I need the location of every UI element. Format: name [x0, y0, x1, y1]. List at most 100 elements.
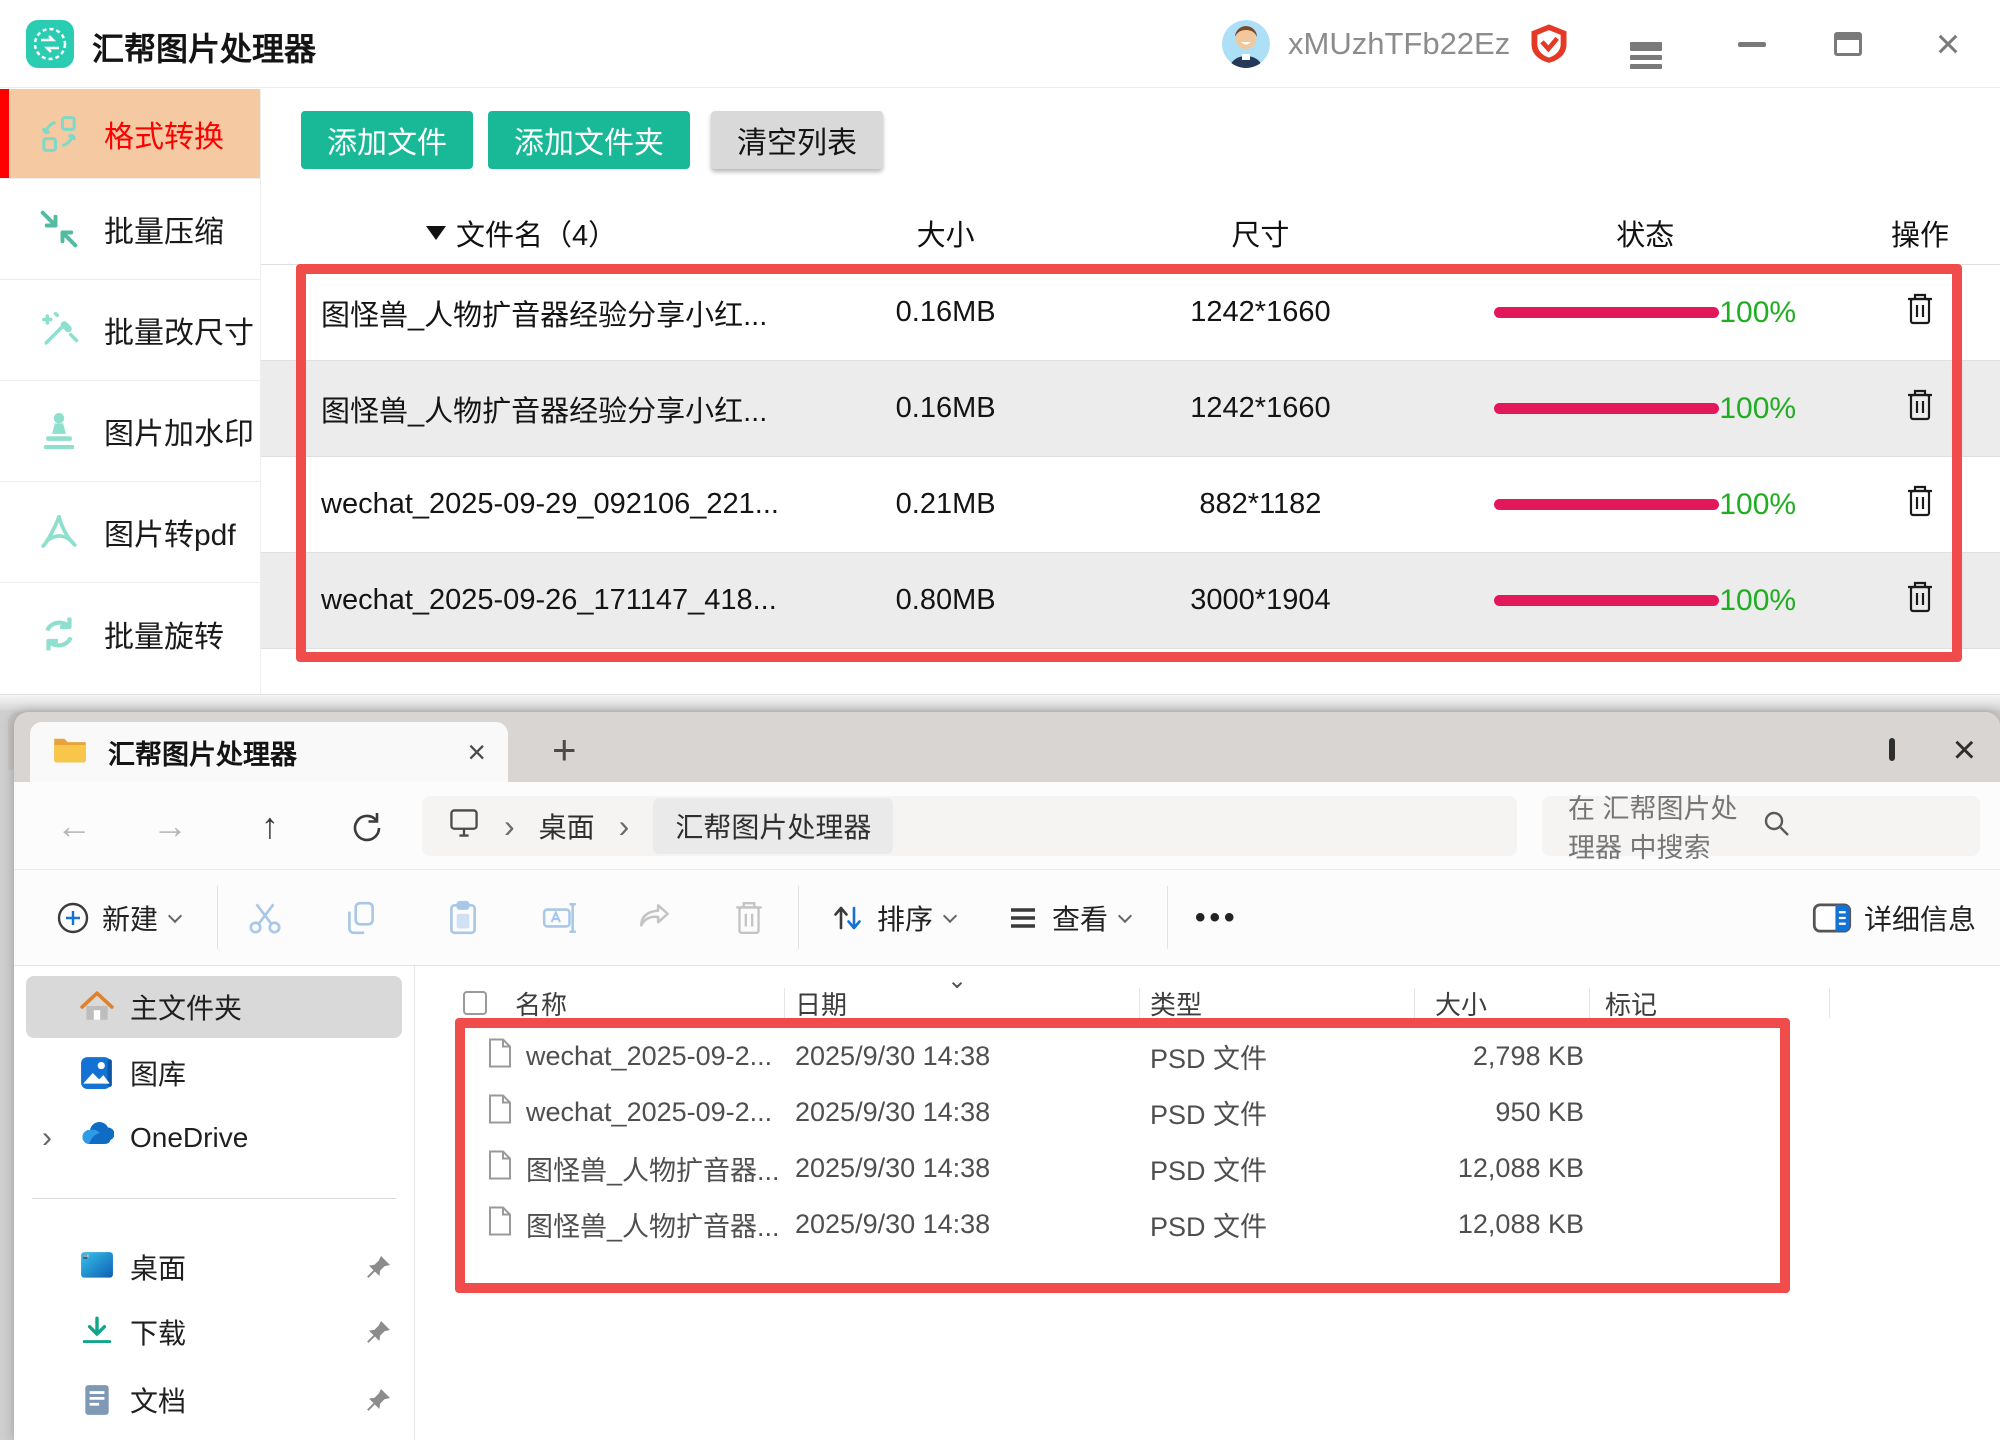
file-row[interactable]: wechat_2025-09-2... 2025/9/30 14:38 PSD … [415, 1028, 2000, 1084]
sidebar-item-downloads[interactable]: 下载 [26, 1301, 402, 1363]
watermark-stamp-icon [38, 410, 80, 452]
column-date[interactable]: 日期 [785, 982, 1140, 1024]
sidebar-item-onedrive[interactable]: › OneDrive [26, 1107, 402, 1169]
paste-button[interactable] [444, 899, 482, 937]
gallery-icon [80, 1056, 114, 1090]
sidebar-item-label: 批量旋转 [104, 612, 224, 656]
file-size: 12,088 KB [1415, 1153, 1590, 1184]
share-button[interactable] [636, 899, 674, 937]
new-tab-button[interactable]: + [552, 726, 577, 774]
explorer-file-area: ⌄ 名称 日期 类型 大小 标记 wechat_2025-09-2... 202… [415, 966, 2000, 1440]
clear-list-button[interactable]: 清空列表 [711, 111, 883, 169]
explorer-window: 汇帮图片处理器 × + × ← → ↑ › 桌面 › 汇帮图片处理器 在 汇帮图… [14, 712, 2000, 1440]
sidebar-item-label: 图片加水印 [104, 409, 254, 453]
rename-button[interactable] [541, 899, 579, 937]
this-pc-icon[interactable] [448, 808, 480, 845]
select-all-checkbox[interactable] [463, 991, 487, 1015]
file-type: PSD 文件 [1140, 1093, 1415, 1132]
delete-row-button[interactable] [1905, 388, 1935, 422]
add-folder-button[interactable]: 添加文件夹 [488, 111, 690, 169]
search-icon[interactable] [1761, 808, 1954, 845]
rotate-icon [38, 613, 80, 655]
download-icon [80, 1315, 114, 1349]
table-row[interactable]: wechat_2025-09-26_171147_418... 0.80MB 3… [261, 553, 2000, 649]
delete-row-button[interactable] [1905, 292, 1935, 326]
column-size[interactable]: 大小 [821, 212, 1071, 254]
explorer-tab[interactable]: 汇帮图片处理器 × [30, 722, 508, 782]
forward-button[interactable]: → [140, 782, 200, 870]
refresh-button[interactable] [336, 782, 396, 870]
view-button[interactable]: 查看 [1006, 898, 1130, 938]
toolbar-delete-button[interactable] [732, 900, 766, 936]
pin-icon [366, 1387, 392, 1413]
column-name[interactable]: 名称 [500, 982, 785, 1024]
document-icon [80, 1383, 114, 1417]
progress-indicator: 100% [1450, 488, 1840, 522]
sidebar-item-batch-compress[interactable]: 批量压缩 [0, 179, 260, 280]
cut-button[interactable] [246, 899, 284, 937]
address-bar[interactable]: › 桌面 › 汇帮图片处理器 [422, 796, 1517, 856]
sidebar-item-gallery[interactable]: 图库 [26, 1042, 402, 1104]
username[interactable]: xMUzhTFb22Ez [1288, 26, 1510, 62]
app-window: 汇帮图片处理器 xMUzhTFb22Ez × 格式转换 [0, 0, 2000, 710]
app-title: 汇帮图片处理器 [92, 24, 316, 70]
expand-chevron-icon[interactable]: › [42, 1121, 52, 1155]
add-file-button[interactable]: 添加文件 [301, 111, 473, 169]
tab-close-button[interactable]: × [467, 734, 486, 771]
copy-button[interactable] [342, 899, 380, 937]
breadcrumb-current-folder[interactable]: 汇帮图片处理器 [653, 798, 893, 854]
delete-row-button[interactable] [1905, 580, 1935, 614]
sidebar-item-watermark[interactable]: 图片加水印 [0, 381, 260, 482]
table-row[interactable]: 图怪兽_人物扩音器经验分享小红... 0.16MB 1242*1660 100% [261, 265, 2000, 361]
file-list-header: 名称 日期 类型 大小 标记 [415, 982, 2000, 1024]
file-type: PSD 文件 [1140, 1037, 1415, 1076]
details-pane-button[interactable]: 详细信息 [1812, 898, 1976, 938]
search-box[interactable]: 在 汇帮图片处理器 中搜索 [1542, 796, 1980, 856]
explorer-close-button[interactable]: × [1953, 730, 1976, 770]
column-filename[interactable]: 文件名（4） [261, 212, 821, 254]
file-type: PSD 文件 [1140, 1149, 1415, 1188]
app-maximize-button[interactable] [1816, 0, 1880, 88]
back-button[interactable]: ← [44, 782, 104, 870]
file-size: 950 KB [1415, 1097, 1590, 1128]
sidebar-item-batch-rotate[interactable]: 批量旋转 [0, 583, 260, 684]
new-button[interactable]: 新建 [56, 898, 180, 938]
sidebar-item-format-convert[interactable]: 格式转换 [0, 89, 260, 179]
vip-badge-icon[interactable] [1528, 22, 1570, 64]
up-button[interactable]: ↑ [240, 782, 300, 870]
sidebar-item-batch-resize[interactable]: 批量改尺寸 [0, 280, 260, 381]
sidebar-item-label: 格式转换 [104, 112, 224, 156]
sidebar-item-documents[interactable]: 文档 [26, 1369, 402, 1431]
compress-icon [38, 208, 80, 250]
file-row[interactable]: wechat_2025-09-2... 2025/9/30 14:38 PSD … [415, 1084, 2000, 1140]
column-type[interactable]: 类型 [1140, 982, 1415, 1024]
column-size[interactable]: 大小 [1415, 982, 1590, 1024]
table-row[interactable]: 图怪兽_人物扩音器经验分享小红... 0.16MB 1242*1660 100% [261, 361, 2000, 457]
more-options-button[interactable]: ••• [1195, 901, 1239, 935]
table-row[interactable]: wechat_2025-09-29_092106_221... 0.21MB 8… [261, 457, 2000, 553]
explorer-maximize-button[interactable] [1889, 741, 1895, 759]
app-menu-button[interactable] [1614, 0, 1678, 88]
column-tags[interactable]: 标记 [1590, 982, 1830, 1024]
file-row[interactable]: 图怪兽_人物扩音器... 2025/9/30 14:38 PSD 文件 12,0… [415, 1196, 2000, 1252]
sidebar-item-home[interactable]: 主文件夹 [26, 976, 402, 1038]
sort-desc-icon [426, 226, 446, 240]
breadcrumb-desktop[interactable]: 桌面 [539, 806, 595, 846]
sort-button[interactable]: 排序 [829, 898, 955, 938]
explorer-sidebar: 主文件夹 图库 › OneDrive 桌面 [14, 966, 415, 1440]
pin-icon [366, 1319, 392, 1345]
app-content: 添加文件 添加文件夹 清空列表 文件名（4） 大小 尺寸 状态 操作 图怪兽_人… [260, 89, 2000, 694]
file-table: 图怪兽_人物扩音器经验分享小红... 0.16MB 1242*1660 100%… [261, 265, 2000, 649]
cell-filename: 图怪兽_人物扩音器经验分享小红... [261, 388, 821, 430]
cell-dimensions: 3000*1904 [1071, 584, 1451, 617]
column-status[interactable]: 状态 [1450, 212, 1840, 254]
delete-row-button[interactable] [1905, 484, 1935, 518]
avatar[interactable] [1222, 20, 1270, 68]
app-minimize-button[interactable] [1720, 0, 1784, 88]
column-dimensions[interactable]: 尺寸 [1071, 212, 1451, 254]
sidebar-item-image-to-pdf[interactable]: 图片转pdf [0, 482, 260, 583]
app-close-button[interactable]: × [1916, 0, 1980, 88]
sidebar-item-desktop[interactable]: 桌面 [26, 1236, 402, 1298]
file-row[interactable]: 图怪兽_人物扩音器... 2025/9/30 14:38 PSD 文件 12,0… [415, 1140, 2000, 1196]
file-size: 12,088 KB [1415, 1209, 1590, 1240]
